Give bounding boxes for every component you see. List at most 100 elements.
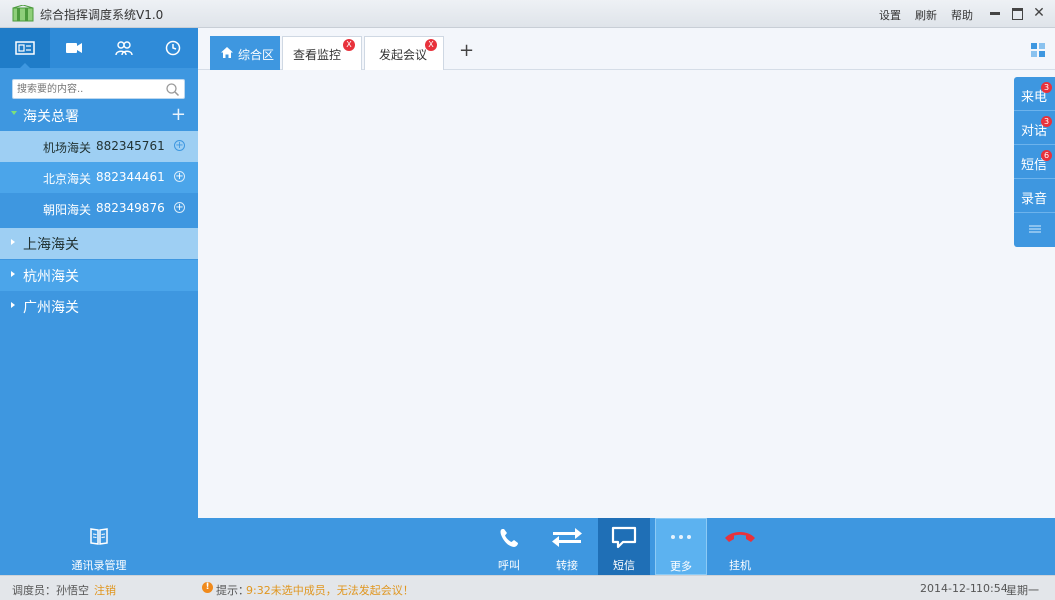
toolbar-label: 转接 — [556, 559, 578, 572]
sms-button[interactable]: 短信 6 — [1014, 145, 1055, 179]
app-title: 综合指挥调度系统V1.0 — [40, 8, 164, 22]
search-box — [12, 79, 185, 99]
add-tab-button[interactable]: + — [459, 40, 474, 61]
toolbar-label: 通讯录管理 — [71, 559, 127, 572]
maximize-button[interactable] — [1009, 5, 1025, 21]
right-panel: 来电 3 对话 3 短信 6 录音 — [1014, 77, 1055, 247]
chat-bubble-icon — [611, 526, 637, 549]
video-icon — [66, 43, 83, 53]
bottom-toolbar: 通讯录管理 呼叫 转接 短信 更多 挂机 — [0, 518, 1055, 575]
search-icon[interactable] — [165, 82, 180, 97]
collapsed-arrow-icon — [11, 302, 15, 308]
toolbar-label: 短信 — [613, 559, 635, 572]
count-badge: 3 — [1041, 82, 1052, 93]
tab-bar: 综合区 查看监控 X 发起会议 X + — [198, 28, 1055, 70]
home-icon — [221, 47, 233, 58]
warning-icon: ! — [202, 582, 213, 593]
status-date: 2014-12-1 — [920, 582, 977, 595]
toolbar-label: 更多 — [670, 560, 692, 573]
sms-send-button[interactable]: 短信 — [598, 518, 650, 575]
left-tabs — [0, 28, 198, 68]
toolbar-label: 挂机 — [729, 559, 751, 572]
add-circle-icon[interactable]: + — [174, 202, 185, 213]
group-hangzhou[interactable]: 杭州海关 — [0, 260, 198, 291]
group-guangzhou[interactable]: 广州海关 — [0, 291, 198, 322]
hint-label: 提示： — [216, 584, 249, 597]
tab-history[interactable] — [149, 28, 199, 68]
group-label: 上海海关 — [23, 237, 79, 253]
tab-monitor-label: 查看监控 — [293, 48, 342, 62]
add-circle-icon[interactable]: + — [174, 140, 185, 151]
item-name: 机场海关 — [43, 141, 92, 155]
transfer-arrows-icon — [552, 528, 582, 547]
transfer-button[interactable]: 转接 — [543, 518, 591, 575]
collapse-menu-icon[interactable] — [1029, 225, 1041, 233]
tab-meeting-label: 发起会议 — [379, 48, 428, 62]
hint-message: 9:32未选中成员，无法发起会议！ — [246, 584, 414, 597]
toolbar-label: 呼叫 — [498, 559, 520, 572]
phone-icon — [500, 529, 518, 547]
item-name: 北京海关 — [43, 172, 92, 186]
menu-refresh[interactable]: 刷新 — [915, 7, 937, 23]
expanded-arrow-icon — [11, 111, 17, 115]
group-label: 杭州海关 — [23, 269, 79, 285]
status-bar: 调度员：孙悟空 注销 ! 提示： 9:32未选中成员，无法发起会议！ 2014-… — [0, 575, 1055, 600]
tab-video[interactable] — [50, 28, 100, 68]
contacts-card-icon — [15, 41, 35, 55]
left-panel: 海关总署 + 机场海关 882345761 + 北京海关 882344461 +… — [0, 28, 198, 518]
hangup-phone-icon — [725, 532, 755, 542]
more-button[interactable]: 更多 — [655, 518, 707, 575]
count-badge: 3 — [1041, 116, 1052, 127]
item-name: 朝阳海关 — [43, 203, 92, 217]
collapsed-arrow-icon — [11, 239, 15, 245]
operator-label: 调度员：孙悟空 — [12, 584, 89, 597]
close-button[interactable]: ✕ — [1031, 5, 1047, 21]
list-item[interactable]: 朝阳海关 882349876 + — [0, 193, 198, 224]
call-button[interactable]: 呼叫 — [486, 518, 532, 575]
close-tab-icon[interactable]: X — [343, 39, 355, 51]
collapsed-arrow-icon — [11, 271, 15, 277]
tab-contacts[interactable] — [0, 28, 50, 68]
search-input[interactable] — [13, 80, 161, 98]
list-item[interactable]: 北京海关 882344461 + — [0, 162, 198, 193]
logout-link[interactable]: 注销 — [94, 582, 116, 598]
group-shanghai[interactable]: 上海海关 — [0, 228, 198, 259]
tab-monitor[interactable]: 查看监控 X — [282, 36, 362, 70]
item-number: 882344461 — [96, 170, 165, 184]
menu-settings[interactable]: 设置 — [879, 7, 901, 23]
clock-icon — [166, 40, 181, 56]
group-label: 广州海关 — [23, 300, 79, 316]
window-controls: ✕ — [987, 5, 1047, 21]
close-tab-icon[interactable]: X — [425, 39, 437, 51]
menu-help[interactable]: 帮助 — [951, 7, 973, 23]
recording-button[interactable]: 录音 — [1014, 179, 1055, 213]
group-icon — [115, 41, 133, 56]
tab-home-label: 综合区 — [238, 48, 275, 62]
book-icon — [90, 528, 108, 545]
main-content-area — [198, 70, 1055, 518]
app-logo-icon — [12, 5, 34, 22]
tab-groups[interactable] — [99, 28, 149, 68]
layout-grid-icon[interactable] — [1031, 43, 1045, 57]
contacts-manage-button[interactable]: 通讯录管理 — [70, 518, 128, 575]
count-badge: 6 — [1041, 150, 1052, 161]
tab-meeting[interactable]: 发起会议 X — [364, 36, 444, 70]
title-bar: 综合指挥调度系统V1.0 设置 刷新 帮助 ✕ — [0, 0, 1055, 28]
group-root-label: 海关总署 — [23, 109, 79, 125]
status-time: 10:54 — [976, 582, 1008, 595]
add-icon[interactable]: + — [171, 104, 186, 125]
item-number: 882349876 — [96, 201, 165, 215]
item-number: 882345761 — [96, 139, 165, 153]
rp-label: 录音 — [1021, 192, 1048, 207]
minimize-button[interactable] — [987, 5, 1003, 21]
dialog-button[interactable]: 对话 3 — [1014, 111, 1055, 145]
hangup-button[interactable]: 挂机 — [716, 518, 764, 575]
title-menu: 设置 刷新 帮助 — [879, 7, 973, 23]
list-item[interactable]: 机场海关 882345761 + — [0, 131, 198, 162]
group-root[interactable]: 海关总署 + — [0, 100, 198, 131]
tab-home[interactable]: 综合区 — [210, 36, 280, 70]
more-dots-icon — [671, 535, 691, 539]
status-weekday: 星期一 — [1006, 584, 1039, 597]
incoming-call-button[interactable]: 来电 3 — [1014, 77, 1055, 111]
add-circle-icon[interactable]: + — [174, 171, 185, 182]
